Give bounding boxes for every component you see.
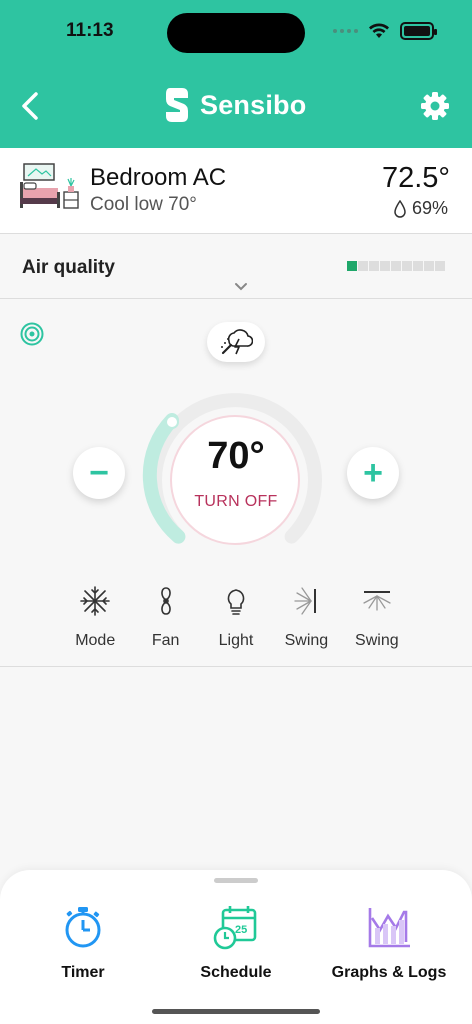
home-indicator bbox=[152, 1009, 320, 1014]
status-time: 11:13 bbox=[66, 20, 114, 41]
temperature-dial[interactable] bbox=[135, 380, 335, 580]
turn-off-button[interactable]: TURN OFF bbox=[178, 493, 294, 511]
chevron-left-icon bbox=[22, 92, 38, 120]
cellular-signal-icon bbox=[333, 29, 358, 33]
horizontal-swing-button[interactable]: Swing bbox=[271, 584, 341, 650]
light-button[interactable]: Light bbox=[201, 584, 271, 650]
chevron-down-icon[interactable] bbox=[234, 282, 248, 292]
air-quality-segment bbox=[380, 261, 390, 271]
bedroom-illustration-icon bbox=[20, 163, 79, 209]
dynamic-island bbox=[167, 13, 305, 53]
sheet-grabber[interactable] bbox=[214, 878, 258, 883]
air-quality-segment bbox=[391, 261, 401, 271]
wifi-icon bbox=[369, 23, 389, 38]
room-temperature: 72.5° bbox=[381, 162, 450, 194]
fan-label: Fan bbox=[151, 632, 180, 649]
air-quality-segment bbox=[435, 261, 445, 271]
timer-label: Timer bbox=[61, 964, 105, 981]
decrease-temperature-button[interactable]: − bbox=[73, 447, 125, 499]
schedule-label: Schedule bbox=[200, 964, 272, 981]
settings-button[interactable] bbox=[420, 91, 450, 121]
water-drop-icon bbox=[394, 199, 406, 218]
device-status: Cool low 70° bbox=[90, 194, 197, 215]
graphs-logs-label: Graphs & Logs bbox=[331, 964, 447, 981]
status-icons bbox=[333, 22, 437, 40]
air-quality-segment bbox=[402, 261, 412, 271]
mode-button[interactable]: Mode bbox=[60, 584, 130, 650]
air-quality-segment bbox=[358, 261, 368, 271]
increase-temperature-button[interactable]: + bbox=[347, 447, 399, 499]
light-label: Light bbox=[218, 632, 254, 649]
mode-controls: Mode Fan Light Swing Swing bbox=[60, 584, 412, 650]
horizontal-swing-icon bbox=[294, 587, 317, 615]
calendar-day-badge: 25 bbox=[235, 924, 247, 936]
bottom-sheet: Timer 25 Schedule Graphs & Logs bbox=[0, 870, 472, 1024]
air-quality-segment bbox=[413, 261, 423, 271]
app-header: 11:13 Sensibo bbox=[0, 0, 472, 148]
plus-icon: + bbox=[363, 453, 383, 492]
back-button[interactable] bbox=[14, 86, 50, 126]
dial-handle[interactable] bbox=[165, 415, 179, 429]
fan-icon bbox=[160, 587, 171, 615]
divider bbox=[0, 666, 472, 667]
humidity-value: 69% bbox=[411, 198, 448, 218]
brand: Sensibo bbox=[164, 86, 306, 124]
fan-button[interactable]: Fan bbox=[130, 584, 200, 650]
snowflake-icon bbox=[80, 586, 111, 616]
climate-react-button[interactable] bbox=[207, 322, 265, 362]
device-card[interactable]: Bedroom AC Cool low 70° 72.5° 69% bbox=[0, 148, 472, 234]
chart-icon bbox=[368, 908, 410, 948]
timer-button[interactable]: Timer bbox=[8, 904, 158, 982]
vertical-swing-button[interactable]: Swing bbox=[342, 584, 412, 650]
stopwatch-icon bbox=[65, 907, 101, 948]
brand-name: Sensibo bbox=[200, 89, 307, 120]
target-temperature: 70° bbox=[170, 435, 302, 478]
mode-label: Mode bbox=[75, 632, 116, 649]
vertical-swing-icon bbox=[363, 591, 391, 611]
gear-icon bbox=[421, 92, 449, 120]
sensibo-logo-icon bbox=[166, 88, 188, 122]
air-quality-row[interactable]: Air quality bbox=[0, 235, 472, 299]
lightbulb-icon bbox=[227, 589, 245, 615]
air-quality-label: Air quality bbox=[22, 257, 115, 278]
climate-react-icon bbox=[221, 329, 253, 355]
air-quality-segment bbox=[369, 261, 379, 271]
target-icon[interactable] bbox=[20, 322, 44, 346]
horizontal-swing-label: Swing bbox=[284, 632, 329, 649]
calendar-clock-icon: 25 bbox=[213, 906, 257, 950]
room-humidity: 69% bbox=[394, 198, 448, 219]
device-name: Bedroom AC bbox=[90, 164, 227, 191]
graphs-logs-button[interactable]: Graphs & Logs bbox=[314, 904, 464, 982]
vertical-swing-label: Swing bbox=[355, 632, 399, 649]
air-quality-meter bbox=[347, 261, 445, 271]
minus-icon: − bbox=[89, 453, 109, 492]
air-quality-segment bbox=[424, 261, 434, 271]
schedule-button[interactable]: 25 Schedule bbox=[161, 904, 311, 982]
battery-icon bbox=[400, 22, 437, 40]
target-temperature-value: 70° bbox=[207, 435, 265, 477]
air-quality-segment bbox=[347, 261, 357, 271]
